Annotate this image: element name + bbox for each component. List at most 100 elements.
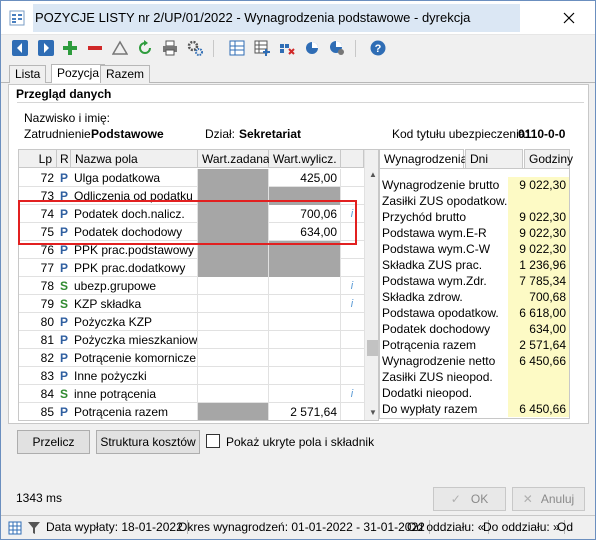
row-info-icon[interactable]: i <box>341 277 363 295</box>
show-hidden-checkbox[interactable] <box>206 434 220 448</box>
panel-title: Przegląd danych <box>16 87 112 101</box>
scroll-up-icon[interactable]: ▲ <box>365 168 378 182</box>
vertical-scrollbar[interactable]: ▲ ▼ <box>364 150 378 420</box>
settings-button[interactable] <box>186 39 204 57</box>
row-info-icon[interactable] <box>341 259 363 277</box>
table-row[interactable]: 77 P PPK prac.dodatkowy <box>19 259 364 277</box>
row-target-value <box>198 349 269 367</box>
summary-list: Wynagrodzenie brutto 9 022,30 Zasiłki ZUS … <box>379 168 570 419</box>
summary-value: 9 022,30 <box>508 177 569 193</box>
recalculate-button[interactable]: Przelicz <box>17 430 90 454</box>
cancel-label: Anuluj <box>540 492 575 506</box>
to-department[interactable]: Do oddziału: » <box>483 520 565 534</box>
summary-row: Podstawa wym.E-R 9 022,30 <box>380 225 569 241</box>
summary-row: Zasiłki ZUS nieopod. <box>380 369 569 385</box>
pie-chart-icon <box>306 42 318 54</box>
row-name: Potrącenia razem <box>71 403 198 420</box>
tab-razem[interactable]: Razem <box>100 65 151 83</box>
row-name: PPK prac.dodatkowy <box>71 259 198 277</box>
from-department[interactable]: Od oddziału: « <box>407 520 490 534</box>
header-name[interactable]: Nazwa pola <box>71 150 198 168</box>
summary-label: Podatek dochodowy <box>382 322 491 336</box>
summary-value: 9 022,30 <box>508 225 569 241</box>
chart-button[interactable] <box>303 39 321 57</box>
add-button[interactable] <box>61 39 79 57</box>
table-row[interactable]: 84 Sinne potrącenia i <box>19 385 364 403</box>
calculator-icon[interactable] <box>8 521 22 535</box>
close-button[interactable] <box>549 7 589 29</box>
header-r[interactable]: R <box>57 150 71 168</box>
table-row[interactable]: 80 P Pożyczka KZP <box>19 313 364 331</box>
row-info-icon[interactable] <box>341 313 363 331</box>
summary-value: 9 022,30 <box>508 209 569 225</box>
scroll-thumb[interactable] <box>367 340 378 356</box>
summary-label: Podstawa wym.Zdr. <box>382 274 487 288</box>
row-target-value <box>198 169 269 187</box>
table-row[interactable]: 78 Subezp.grupowe i <box>19 277 364 295</box>
header-lp[interactable]: Lp <box>19 150 57 168</box>
header-computed-value[interactable]: Wart.wylicz. <box>269 150 341 168</box>
summary-value: 634,00 <box>508 321 569 337</box>
summary-label: Składka zdrow. <box>382 290 463 304</box>
summary-value: 1 236,96 <box>508 257 569 273</box>
refresh-button[interactable] <box>136 39 154 57</box>
chart-settings-button[interactable] <box>328 39 346 57</box>
row-info-icon[interactable]: i <box>341 385 363 403</box>
tab-dni-pracy[interactable]: Dni pracy <box>465 149 523 184</box>
app-icon <box>9 10 25 26</box>
report-button[interactable] <box>228 39 246 57</box>
filter-icon[interactable] <box>28 521 40 535</box>
row-lp: 78 <box>40 279 54 293</box>
summary-value <box>508 369 569 385</box>
remove-items-button[interactable] <box>278 39 296 57</box>
row-info-icon[interactable] <box>341 367 363 385</box>
table-row[interactable]: 82 P Potrącenie komornicze <box>19 349 364 367</box>
cost-structure-button[interactable]: Struktura kosztów <box>96 430 200 454</box>
row-info-icon[interactable] <box>341 403 363 420</box>
scroll-down-icon[interactable]: ▼ <box>365 406 378 420</box>
row-lp: 83 <box>40 369 54 383</box>
row-info-icon[interactable]: i <box>341 295 363 313</box>
row-computed-value <box>269 331 341 349</box>
header-target-value[interactable]: Wart.zadana <box>198 150 270 168</box>
print-button[interactable] <box>161 39 179 57</box>
check-icon: ✓ <box>450 492 461 506</box>
help-button[interactable]: ? <box>369 39 387 57</box>
table-row[interactable]: 81 P Pożyczka mieszkaniowa <box>19 331 364 349</box>
report2-button[interactable] <box>253 39 271 57</box>
ok-button[interactable]: ✓ OK <box>433 487 506 511</box>
summary-value <box>508 193 569 209</box>
tab-pozycja[interactable]: Pozycja <box>51 64 106 83</box>
prev-button[interactable] <box>11 39 29 57</box>
cancel-button[interactable]: ✕ Anuluj <box>512 487 585 511</box>
filter-button[interactable] <box>111 39 129 57</box>
summary-row: Podstawa wym.Zdr. 7 785,34 <box>380 273 569 289</box>
row-computed-value <box>269 385 341 403</box>
table-row[interactable]: 85 P Potrącenia razem 2 571,64 <box>19 403 364 420</box>
row-name: ubezp.grupowe <box>71 277 198 295</box>
summary-label: Zasiłki ZUS nieopod. <box>382 370 493 384</box>
row-lp: 82 <box>40 351 54 365</box>
tab-lista[interactable]: Lista <box>9 65 47 83</box>
table-row[interactable]: 72 P Ulga podatkowa 425,00 <box>19 169 364 187</box>
row-name: KZP składka <box>71 295 198 313</box>
summary-row: Dodatki nieopod. <box>380 385 569 401</box>
tab-godziny[interactable]: Godziny <box>524 149 573 169</box>
row-info-icon[interactable] <box>341 331 363 349</box>
delete-button[interactable] <box>86 39 104 57</box>
table-row[interactable]: 79 S KZP składka i <box>19 295 364 313</box>
table-row[interactable]: 83 P Inne pożyczki <box>19 367 364 385</box>
positions-grid[interactable]: Lp R Nazwa pola Wart.zadana Wart.wylicz.… <box>18 149 379 421</box>
svg-text:?: ? <box>375 43 382 55</box>
row-target-value <box>198 295 269 313</box>
period: Okres wynagrodzeń: 01-01-2022 - 31-01-20… <box>178 520 430 534</box>
name-label: Nazwisko i imię: <box>24 111 111 125</box>
row-info-icon[interactable] <box>341 349 363 367</box>
row-info-icon[interactable] <box>341 169 363 187</box>
row-name: Pożyczka KZP <box>71 313 198 331</box>
summary-row: Podatek dochodowy 634,00 <box>380 321 569 337</box>
summary-value: 6 618,00 <box>508 305 569 321</box>
employment-value: Podstawowe <box>91 127 164 141</box>
tab-wynagrodzenia[interactable]: Wynagrodzenia <box>379 149 467 169</box>
next-button[interactable] <box>37 39 55 57</box>
